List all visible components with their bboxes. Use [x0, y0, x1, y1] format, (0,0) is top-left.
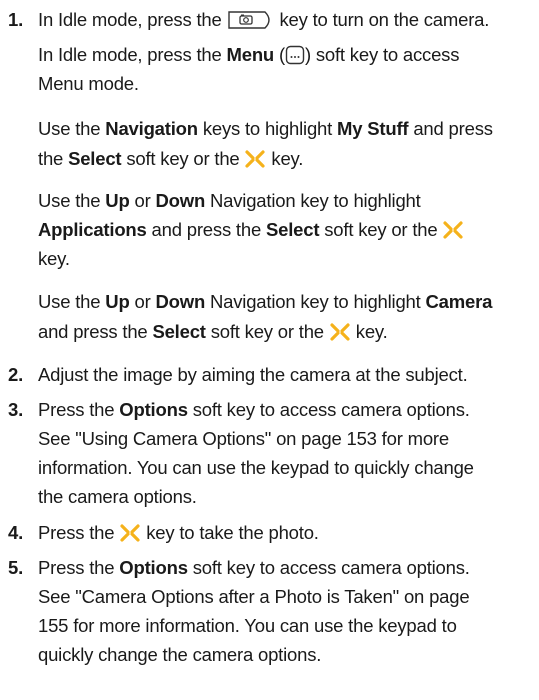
navigation-center-key-icon — [245, 150, 266, 168]
step-4-number: 4. — [8, 522, 24, 543]
step-5-number: 5. — [8, 557, 24, 578]
step-2-number: 2. — [8, 364, 24, 385]
navigation-center-key-icon — [120, 524, 140, 542]
step-3-line-2: See "Using Camera Options" on page 153 f… — [38, 428, 449, 449]
step-3-line-3: information. You can use the keypad to q… — [38, 457, 474, 478]
step-5-line-3: 155 for more information. You can use th… — [38, 615, 457, 636]
step-3-line-4: the camera options. — [38, 486, 197, 507]
step-1-alt-3-line-1: Use the Up or Down Navigation key to hig… — [38, 190, 421, 211]
step-5-line-2: See "Camera Options after a Photo is Tak… — [38, 586, 470, 607]
navigation-center-key-icon — [330, 323, 350, 341]
step-3-number: 3. — [8, 399, 24, 420]
step-1-alt-3-line-3: key. — [38, 248, 70, 269]
step-1-number: 1. — [8, 9, 24, 30]
step-5-line-4: quickly change the camera options. — [38, 644, 322, 665]
step-1-alt-1-line-1: In Idle mode, press the Menu () soft key… — [38, 43, 459, 71]
step-1-alt-2-line-2: the Select soft key or the key. — [38, 148, 304, 169]
step-1-alt-4-line-1: Use the Up or Down Navigation key to hig… — [38, 291, 493, 312]
navigation-center-key-icon — [443, 221, 463, 239]
camera-key-icon — [227, 10, 275, 36]
step-1-alt-1-line-2: Menu mode. — [38, 73, 139, 94]
menu-soft-key-icon — [285, 45, 305, 71]
step-1-alt-2-line-1: Use the Navigation keys to highlight My … — [38, 118, 493, 139]
step-1-text-post: key to turn on the camera. — [274, 9, 490, 30]
manual-page: 1. In Idle mode, press the key to turn o… — [8, 9, 493, 665]
step-1-alt-3-line-2: Applications and press the Select soft k… — [38, 218, 464, 242]
step-1-alt-4-line-2: and press the Select soft key or the key… — [38, 321, 388, 342]
step-1-text-pre: In Idle mode, press the — [38, 9, 227, 30]
step-2-text: Adjust the image by aiming the camera at… — [38, 364, 468, 385]
